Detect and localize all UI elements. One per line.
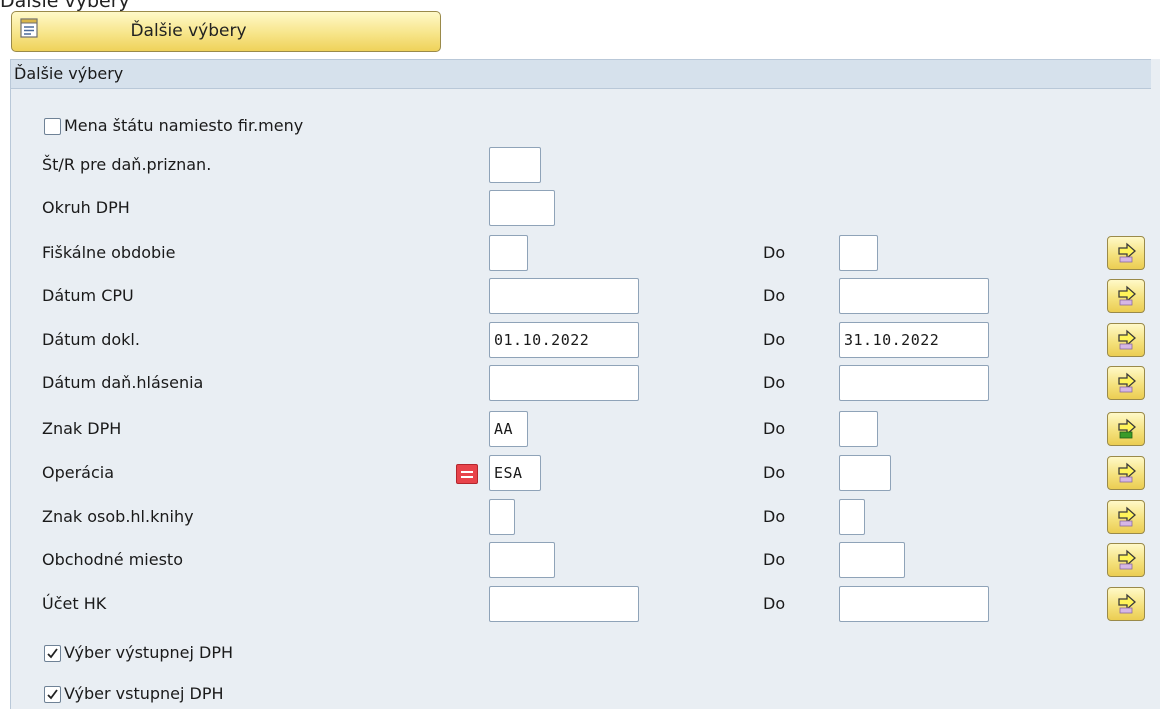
multiple-selection-button[interactable] [1107, 456, 1145, 490]
multiple-selection-button[interactable] [1107, 323, 1145, 357]
multiple-selection-arrow-icon [1118, 372, 1136, 393]
row-label: Št/R pre daň.priznan. [42, 155, 212, 174]
tax-code-to-input[interactable] [839, 411, 878, 447]
additional-selections-panel: Ďalšie výbery Mena štátu namiesto fir.me… [10, 59, 1160, 709]
checkmark-icon [47, 689, 58, 700]
multiple-selection-button[interactable] [1107, 587, 1145, 621]
row-gl-account: Účet HK Do [11, 585, 1151, 623]
multiple-selection-arrow-icon [1118, 285, 1136, 306]
row-label: Znak osob.hl.knihy [42, 507, 194, 526]
business-place-from-input[interactable] [489, 542, 555, 578]
country-currency-label: Mena štátu namiesto fir.meny [64, 116, 304, 135]
input-vat-label: Výber vstupnej DPH [64, 684, 224, 703]
multiple-selection-button-active[interactable] [1107, 412, 1145, 446]
row-tax-country: Št/R pre daň.priznan. [11, 146, 1151, 184]
tax-code-from-input[interactable]: AA [489, 411, 528, 447]
gl-account-from-input[interactable] [489, 586, 639, 622]
document-date-from-input[interactable]: 01.10.2022 [489, 322, 639, 358]
to-label: Do [763, 243, 786, 262]
multiple-selection-arrow-icon [1118, 549, 1136, 570]
special-gl-from-input[interactable] [489, 499, 515, 535]
row-label: Znak DPH [42, 419, 122, 438]
transaction-to-input[interactable] [839, 455, 891, 491]
to-label: Do [763, 286, 786, 305]
row-entry-date: Dátum CPU Do [11, 277, 1151, 315]
fiscal-period-to-input[interactable] [839, 235, 878, 271]
to-label: Do [763, 463, 786, 482]
multiple-selection-button[interactable] [1107, 279, 1145, 313]
row-label: Dátum dokl. [42, 330, 140, 349]
row-label: Dátum daň.hlásenia [42, 373, 204, 392]
window-title: Ďalšie výbery [0, 0, 130, 12]
row-label: Obchodné miesto [42, 550, 183, 569]
row-document-date: Dátum dokl. 01.10.2022 Do 31.10.2022 [11, 321, 1151, 359]
more-selections-button[interactable]: Ďalšie výbery [11, 11, 441, 52]
tax-country-from-input[interactable] [489, 147, 541, 183]
multiple-selection-arrow-icon [1118, 462, 1136, 483]
multiple-selection-arrow-icon [1118, 506, 1136, 527]
to-label: Do [763, 594, 786, 613]
row-label: Účet HK [42, 594, 107, 613]
input-vat-checkbox[interactable] [44, 686, 61, 703]
to-label: Do [763, 330, 786, 349]
multiple-selection-button[interactable] [1107, 366, 1145, 400]
panel-header: Ďalšie výbery [11, 59, 1151, 89]
country-currency-checkbox[interactable] [44, 118, 61, 135]
tax-reporting-date-to-input[interactable] [839, 365, 989, 401]
more-selections-label: Ďalšie výbery [130, 21, 247, 41]
special-gl-to-input[interactable] [839, 499, 865, 535]
row-tax-code: Znak DPH AA Do [11, 410, 1151, 448]
row-transaction: Operácia ESA Do [11, 454, 1151, 492]
equals-icon[interactable] [456, 464, 478, 484]
document-date-to-input[interactable]: 31.10.2022 [839, 322, 989, 358]
to-label: Do [763, 419, 786, 438]
multiple-selection-arrow-active-icon [1118, 418, 1136, 439]
multiple-selection-button[interactable] [1107, 236, 1145, 270]
to-label: Do [763, 507, 786, 526]
multiple-selection-button[interactable] [1107, 500, 1145, 534]
output-vat-checkbox[interactable] [44, 645, 61, 662]
row-label: Dátum CPU [42, 286, 134, 305]
to-label: Do [763, 550, 786, 569]
vat-area-from-input[interactable] [489, 190, 555, 226]
row-tax-reporting-date: Dátum daň.hlásenia Do [11, 364, 1151, 402]
row-vat-area: Okruh DPH [11, 189, 1151, 227]
row-label: Fiškálne obdobie [42, 243, 176, 262]
entry-date-to-input[interactable] [839, 278, 989, 314]
multiple-selection-arrow-icon [1118, 242, 1136, 263]
row-special-gl-indicator: Znak osob.hl.knihy Do [11, 498, 1151, 536]
tax-reporting-date-from-input[interactable] [489, 365, 639, 401]
multiple-selection-arrow-icon [1118, 593, 1136, 614]
output-vat-label: Výber výstupnej DPH [64, 643, 234, 662]
row-label: Okruh DPH [42, 198, 130, 217]
row-label: Operácia [42, 463, 115, 482]
multiple-selection-arrow-icon [1118, 329, 1136, 350]
multiple-selection-button[interactable] [1107, 543, 1145, 577]
checkmark-icon [47, 648, 58, 659]
gl-account-to-input[interactable] [839, 586, 989, 622]
row-business-place: Obchodné miesto Do [11, 541, 1151, 579]
business-place-to-input[interactable] [839, 542, 905, 578]
row-fiscal-period: Fiškálne obdobie Do [11, 234, 1151, 272]
transaction-from-input[interactable]: ESA [489, 455, 541, 491]
fiscal-period-from-input[interactable] [489, 235, 528, 271]
entry-date-from-input[interactable] [489, 278, 639, 314]
to-label: Do [763, 373, 786, 392]
